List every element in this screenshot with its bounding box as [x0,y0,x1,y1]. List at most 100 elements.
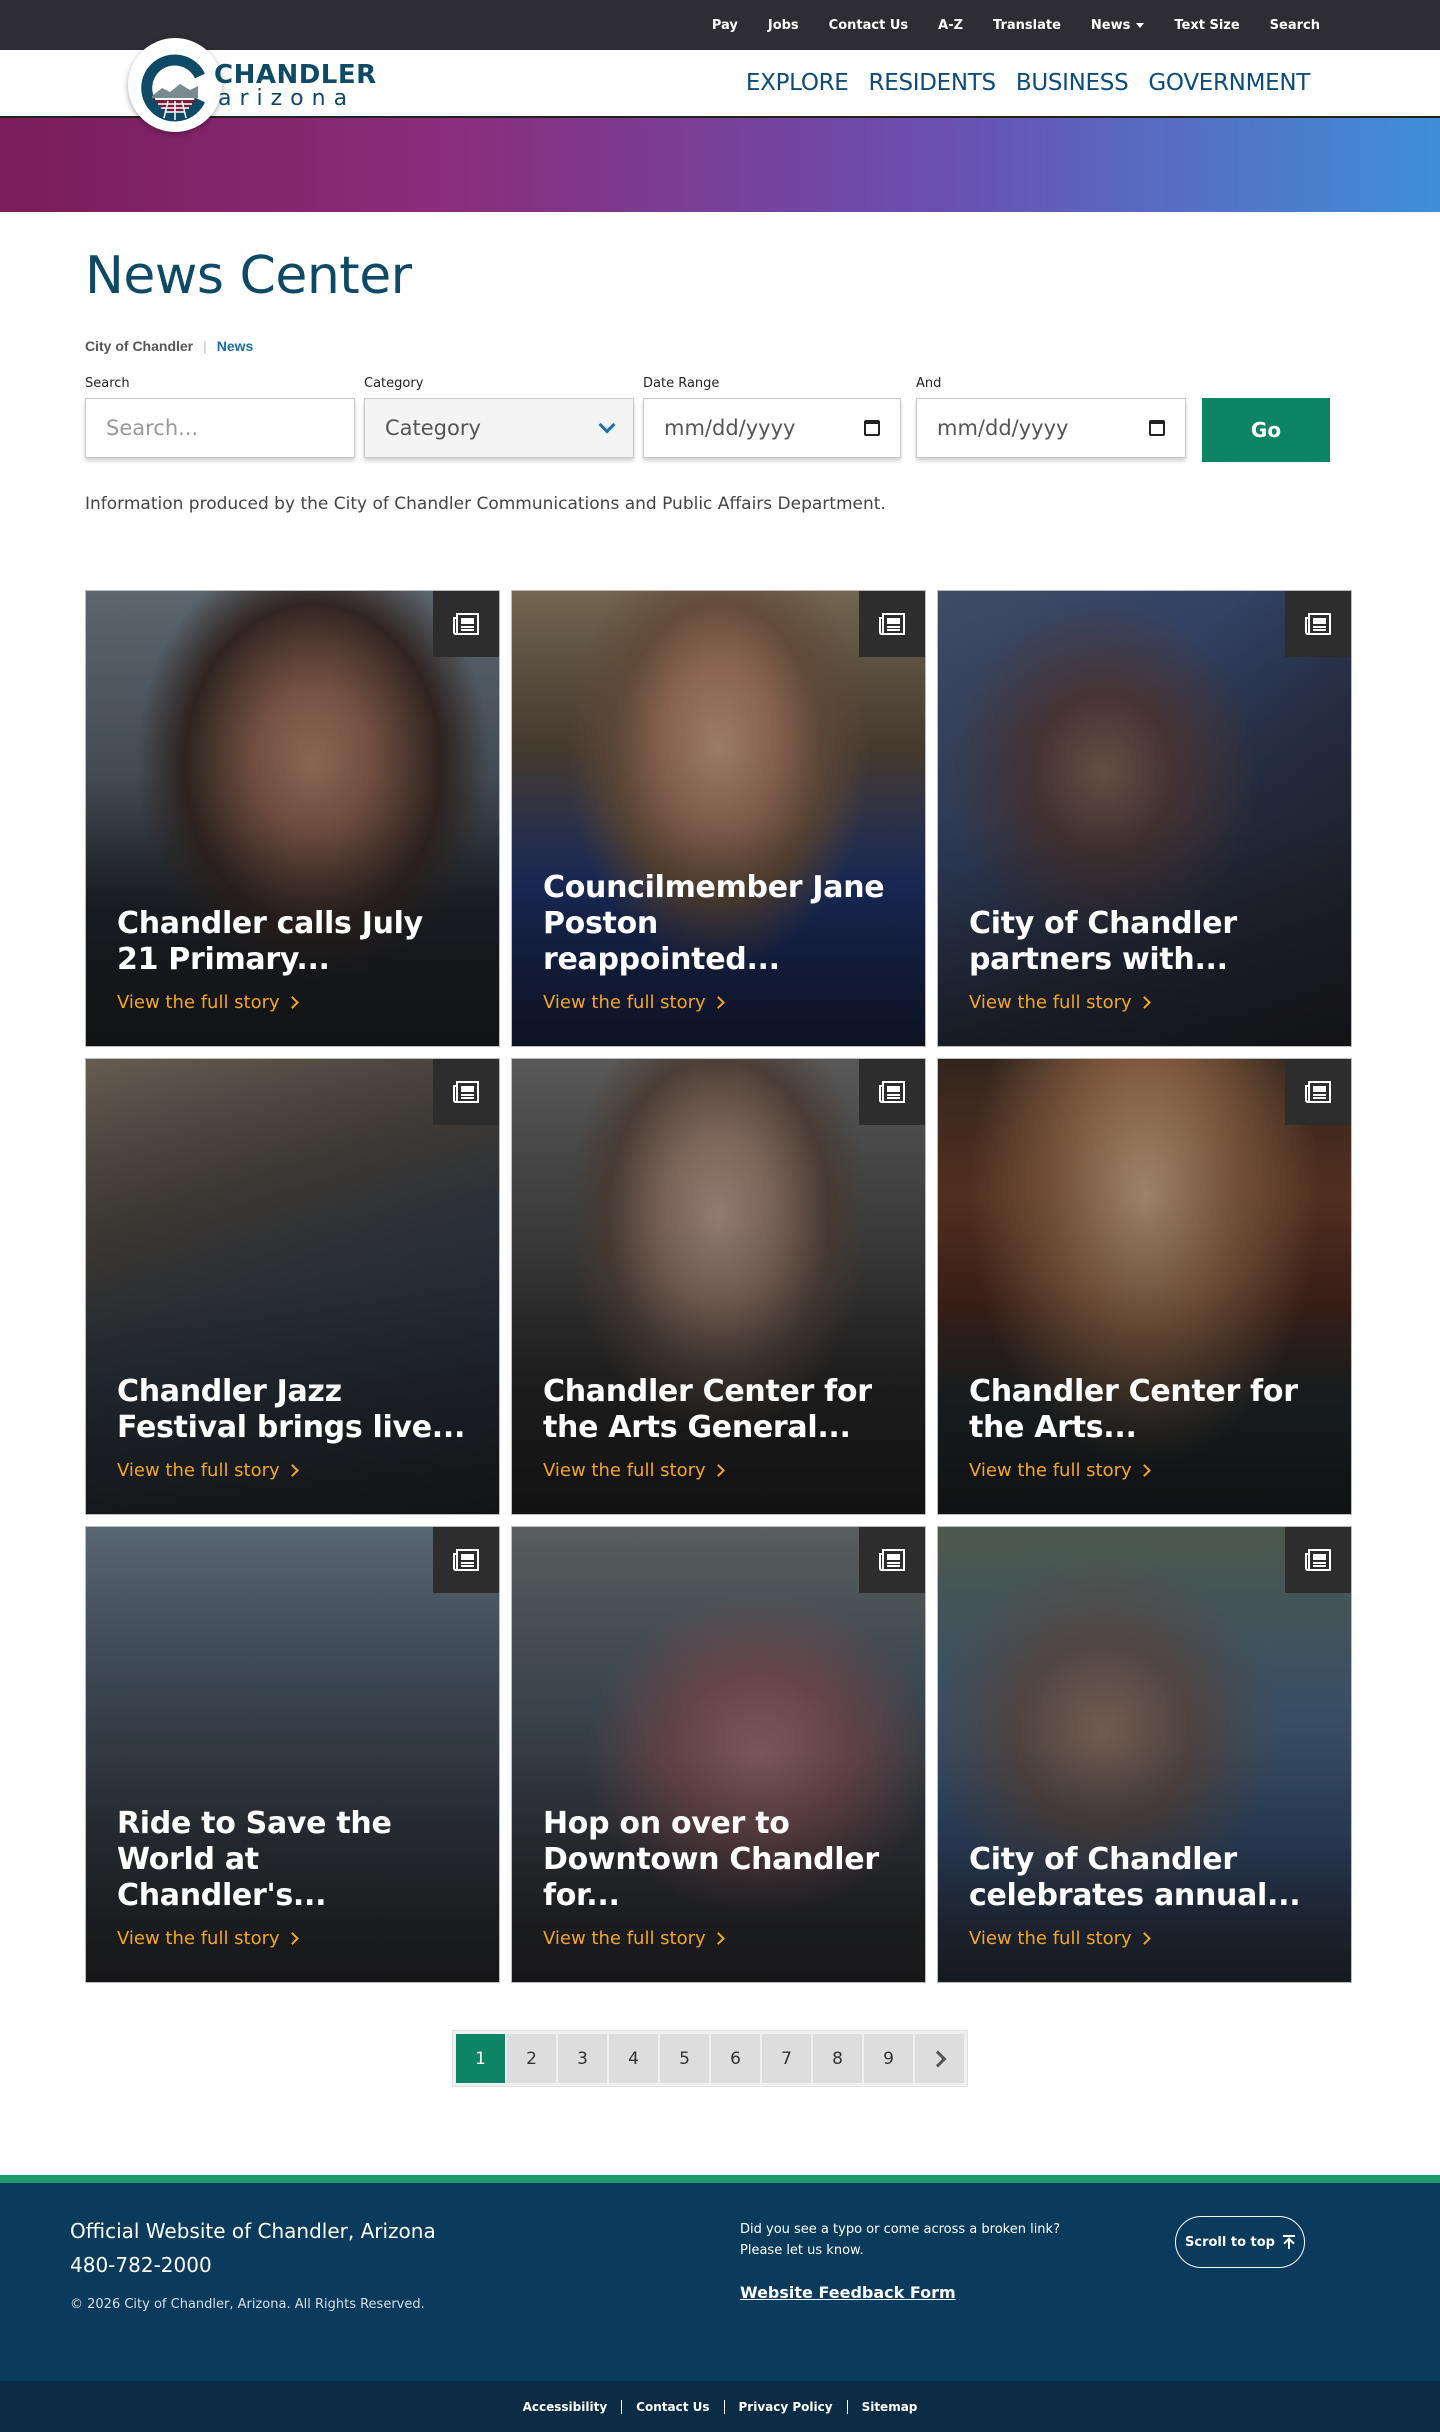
search-field: Search [85,376,355,458]
view-story-link[interactable]: View the full story [969,1928,1151,1949]
news-card-title: City of Chandler celebrates annual... [969,1842,1301,1913]
category-field: Category Category [364,376,634,458]
utility-link-search[interactable]: Search [1255,18,1335,33]
date-from-input[interactable]: mm/dd/yyyy [643,398,901,458]
news-card[interactable]: City of Chandler partners with... View t… [937,590,1352,1047]
chevron-right-icon [1137,1932,1151,1945]
go-button[interactable]: Go [1202,398,1330,462]
view-story-link[interactable]: View the full story [543,992,725,1013]
info-text: Information produced by the City of Chan… [85,494,886,514]
logo-subtitle: arizona [218,86,356,111]
newspaper-icon [859,1527,925,1593]
chevron-right-icon [285,996,299,1009]
and-label: And [916,376,942,391]
news-card[interactable]: Ride to Save the World at Chandler's... … [85,1526,500,1983]
page-button-2[interactable]: 2 [507,2034,556,2083]
nav-business[interactable]: BUSINESS [1016,70,1129,96]
utility-link-jobs[interactable]: Jobs [753,18,814,33]
page-button-4[interactable]: 4 [609,2034,658,2083]
page-button-6[interactable]: 6 [711,2034,760,2083]
footer-link-sitemap[interactable]: Sitemap [848,2400,932,2414]
view-story-link[interactable]: View the full story [969,1460,1151,1481]
nav-residents[interactable]: RESIDENTS [869,70,997,96]
newspaper-icon [1285,1059,1351,1125]
view-story-link[interactable]: View the full story [543,1460,725,1481]
hero-banner [0,118,1440,212]
footer-accent-line [0,2175,1440,2183]
view-story-label: View the full story [543,1460,706,1481]
news-card[interactable]: Chandler Center for the Arts... View the… [937,1058,1352,1515]
date-from-field: Date Range mm/dd/yyyy [643,376,901,458]
news-card-title: Chandler Center for the Arts General... [543,1374,872,1445]
view-story-link[interactable]: View the full story [969,992,1151,1013]
newspaper-icon [1285,591,1351,657]
page-button-9[interactable]: 9 [864,2034,913,2083]
page-button-7[interactable]: 7 [762,2034,811,2083]
chevron-right-icon [285,1932,299,1945]
main-nav-links: EXPLORE RESIDENTS BUSINESS GOVERNMENT [746,50,1310,116]
calendar-icon[interactable] [1149,420,1165,436]
category-label: Category [364,376,424,391]
news-card-title: Ride to Save the World at Chandler's... [117,1806,392,1913]
utility-link-a-z[interactable]: A-Z [923,18,978,33]
page-button-5[interactable]: 5 [660,2034,709,2083]
caret-down-icon [1136,22,1145,28]
newspaper-icon [433,1527,499,1593]
utility-link-pay[interactable]: Pay [697,18,753,33]
utility-link-news-dropdown[interactable]: News [1076,18,1159,33]
footer-link-privacy-policy[interactable]: Privacy Policy [725,2400,847,2414]
footer-link-accessibility[interactable]: Accessibility [509,2400,622,2414]
news-card-title: Councilmember Jane Poston reappointed... [543,870,885,977]
utility-link-translate[interactable]: Translate [978,18,1076,33]
view-story-link[interactable]: View the full story [117,1460,299,1481]
footer-link-contact-us[interactable]: Contact Us [622,2400,723,2414]
page-button-8[interactable]: 8 [813,2034,862,2083]
date-to-field: And mm/dd/yyyy [916,376,1186,458]
news-card[interactable]: Councilmember Jane Poston reappointed...… [511,590,926,1047]
news-card-title: Chandler calls July 21 Primary... [117,906,423,977]
nav-explore[interactable]: EXPLORE [746,70,849,96]
footer-phone[interactable]: 480-782-2000 [70,2253,212,2277]
breadcrumb: City of Chandler | News [85,338,253,354]
news-card[interactable]: Chandler Jazz Festival brings live... Vi… [85,1058,500,1515]
view-story-link[interactable]: View the full story [543,1928,725,1949]
breadcrumb-home-link[interactable]: City of Chandler [85,338,193,354]
view-story-label: View the full story [117,1928,280,1949]
footer-site-name: Official Website of Chandler, Arizona [70,2219,436,2243]
news-card-title: Hop on over to Downtown Chandler for... [543,1806,879,1913]
view-story-label: View the full story [543,1928,706,1949]
breadcrumb-current[interactable]: News [217,338,254,354]
view-story-label: View the full story [117,1460,280,1481]
news-card-title: Chandler Center for the Arts... [969,1374,1298,1445]
view-story-link[interactable]: View the full story [117,1928,299,1949]
next-page-button[interactable] [915,2034,964,2083]
chandler-logo[interactable]: CHANDLER arizona [128,38,376,132]
chevron-right-icon [285,1464,299,1477]
news-card[interactable]: Chandler Center for the Arts General... … [511,1058,926,1515]
chevron-right-icon [711,1932,725,1945]
utility-nav: Pay Jobs Contact Us A-Z Translate News T… [697,0,1335,50]
chevron-right-icon [711,996,725,1009]
page-button-1[interactable]: 1 [456,2034,505,2083]
newspaper-icon [859,1059,925,1125]
scroll-to-top-button[interactable]: Scroll to top [1175,2216,1305,2268]
utility-link-contact-us[interactable]: Contact Us [814,18,923,33]
nav-government[interactable]: GOVERNMENT [1148,70,1310,96]
feedback-form-link[interactable]: Website Feedback Form [740,2283,956,2302]
category-select[interactable]: Category [364,398,634,458]
calendar-icon[interactable] [864,420,880,436]
bottom-link-bar: Accessibility Contact Us Privacy Policy … [0,2381,1440,2432]
utility-link-text-size[interactable]: Text Size [1159,18,1254,33]
breadcrumb-separator: | [203,338,207,354]
news-card[interactable]: Chandler calls July 21 Primary... View t… [85,590,500,1047]
news-card[interactable]: Hop on over to Downtown Chandler for... … [511,1526,926,1983]
arrow-up-icon [1282,2235,1295,2249]
page-button-3[interactable]: 3 [558,2034,607,2083]
date-to-input[interactable]: mm/dd/yyyy [916,398,1186,458]
view-story-link[interactable]: View the full story [117,992,299,1013]
date-from-value: mm/dd/yyyy [664,416,796,440]
news-card[interactable]: City of Chandler celebrates annual... Vi… [937,1526,1352,1983]
search-input[interactable] [106,416,334,440]
view-story-label: View the full story [969,1460,1132,1481]
category-select-value: Category [385,416,481,440]
